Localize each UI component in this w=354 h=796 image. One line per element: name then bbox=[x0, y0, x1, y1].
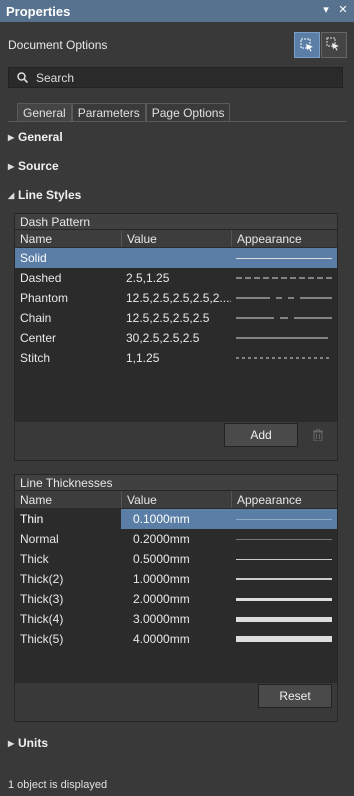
row-value: 0.2000mm bbox=[133, 532, 190, 546]
select-filter-button[interactable] bbox=[294, 32, 320, 58]
row-value: 2.5,1.25 bbox=[126, 271, 170, 285]
select-filter-icon bbox=[300, 38, 313, 52]
row-value: 1.0000mm bbox=[133, 572, 190, 586]
row-name: Dashed bbox=[20, 271, 62, 285]
row-appearance bbox=[231, 316, 337, 320]
row-value: 2.0000mm bbox=[133, 592, 190, 606]
row-appearance bbox=[231, 509, 337, 529]
tab-general[interactable]: General bbox=[17, 103, 72, 121]
row-appearance bbox=[231, 276, 337, 280]
column-header-name[interactable]: Name bbox=[15, 491, 121, 508]
trash-icon bbox=[313, 429, 323, 441]
table-row[interactable]: Thick 0.5000mm bbox=[15, 549, 337, 569]
delete-button[interactable] bbox=[305, 423, 331, 447]
row-name: Phantom bbox=[20, 291, 69, 305]
row-value: 0.5000mm bbox=[133, 552, 190, 566]
row-appearance bbox=[231, 257, 337, 259]
row-name: Thick(2) bbox=[20, 572, 64, 586]
row-appearance bbox=[231, 616, 337, 622]
search-icon bbox=[17, 72, 28, 83]
cursor-select-icon bbox=[326, 37, 339, 51]
line-thicknesses-table: Thin 0.1000mm Normal 0.2000mm Thick 0.50… bbox=[15, 509, 337, 683]
row-appearance bbox=[231, 356, 337, 360]
section-units-label: Units bbox=[18, 736, 48, 750]
close-icon[interactable]: ✕ bbox=[336, 3, 350, 16]
row-name: Stitch bbox=[20, 351, 51, 365]
tab-bar: General Parameters Page Options bbox=[17, 103, 231, 121]
row-name: Thick(5) bbox=[20, 632, 64, 646]
row-value: 12.5,2.5,2.5,2.5,2.... bbox=[126, 291, 231, 305]
table-row[interactable]: Thick(3) 2.0000mm bbox=[15, 589, 337, 609]
reset-button[interactable]: Reset bbox=[258, 684, 332, 708]
row-appearance bbox=[231, 558, 337, 560]
row-value: 3.0000mm bbox=[133, 612, 190, 626]
table-row[interactable]: Stitch 1,1.25 bbox=[15, 348, 337, 368]
expand-arrow-icon: ▶ bbox=[8, 132, 15, 142]
section-line-styles-label: Line Styles bbox=[18, 188, 82, 202]
line-thicknesses-title: Line Thicknesses bbox=[15, 475, 337, 491]
row-value: 30,2.5,2.5,2.5 bbox=[126, 331, 200, 345]
tab-divider bbox=[8, 121, 346, 122]
row-name: Thick(3) bbox=[20, 592, 64, 606]
collapse-arrow-icon: ◢ bbox=[8, 190, 15, 200]
column-header-value[interactable]: Value bbox=[121, 491, 231, 508]
row-value: 12.5,2.5,2.5,2.5 bbox=[126, 311, 210, 325]
section-line-styles[interactable]: ◢ Line Styles bbox=[8, 188, 81, 202]
row-value-editor[interactable]: 0.1000mm bbox=[121, 509, 231, 529]
section-units[interactable]: ▶ Units bbox=[8, 736, 48, 750]
line-thicknesses-group: Line Thicknesses Name Value Appearance T… bbox=[14, 474, 338, 722]
table-row[interactable]: Center 30,2.5,2.5,2.5 bbox=[15, 328, 337, 348]
expand-arrow-icon: ▶ bbox=[8, 738, 15, 748]
row-name: Thick(4) bbox=[20, 612, 64, 626]
table-row[interactable]: Thick(4) 3.0000mm bbox=[15, 609, 337, 629]
add-button[interactable]: Add bbox=[224, 423, 298, 447]
line-thicknesses-header: Name Value Appearance bbox=[15, 491, 337, 509]
column-header-appearance[interactable]: Appearance bbox=[231, 491, 337, 508]
dash-pattern-table: Solid Dashed 2.5,1.25 Phantom 12.5,2.5,2… bbox=[15, 248, 337, 422]
row-name: Chain bbox=[20, 311, 52, 325]
table-row[interactable]: Chain 12.5,2.5,2.5,2.5 bbox=[15, 308, 337, 328]
table-row[interactable]: Thin 0.1000mm bbox=[15, 509, 337, 529]
column-header-appearance[interactable]: Appearance bbox=[231, 230, 337, 247]
row-appearance bbox=[231, 578, 337, 580]
dash-pattern-group: Dash Pattern Name Value Appearance Solid… bbox=[14, 213, 338, 461]
column-header-value[interactable]: Value bbox=[121, 230, 231, 247]
table-row[interactable]: Phantom 12.5,2.5,2.5,2.5,2.... bbox=[15, 288, 337, 308]
row-appearance bbox=[231, 538, 337, 540]
table-row[interactable]: Solid bbox=[15, 248, 337, 268]
row-name: Thin bbox=[15, 512, 121, 526]
tab-parameters[interactable]: Parameters bbox=[71, 103, 146, 121]
panel-menu-icon[interactable]: ▾ bbox=[319, 3, 333, 16]
row-name: Thick bbox=[20, 552, 49, 566]
search-box[interactable]: Search bbox=[8, 67, 343, 88]
row-appearance bbox=[231, 336, 337, 340]
row-name: Solid bbox=[20, 251, 47, 265]
status-text: 1 object is displayed bbox=[8, 779, 108, 791]
select-mode-button[interactable] bbox=[321, 32, 347, 58]
expand-arrow-icon: ▶ bbox=[8, 161, 15, 171]
section-source[interactable]: ▶ Source bbox=[8, 159, 59, 173]
panel-title: Properties bbox=[6, 3, 71, 19]
tab-page-options[interactable]: Page Options bbox=[145, 103, 231, 121]
section-general[interactable]: ▶ General bbox=[8, 130, 63, 144]
table-row[interactable]: Thick(2) 1.0000mm bbox=[15, 569, 337, 589]
dash-pattern-title: Dash Pattern bbox=[15, 214, 337, 230]
row-value: 1,1.25 bbox=[126, 351, 160, 365]
section-source-label: Source bbox=[18, 159, 59, 173]
row-name: Normal bbox=[20, 532, 59, 546]
table-row[interactable]: Thick(5) 4.0000mm bbox=[15, 629, 337, 649]
table-row[interactable]: Dashed 2.5,1.25 bbox=[15, 268, 337, 288]
row-value: 4.0000mm bbox=[133, 632, 190, 646]
panel-title-bar: Properties ▾ ✕ bbox=[0, 0, 354, 22]
row-appearance bbox=[231, 636, 337, 642]
row-appearance bbox=[231, 296, 337, 300]
section-general-label: General bbox=[18, 130, 63, 144]
search-input[interactable]: Search bbox=[36, 71, 74, 85]
table-row[interactable]: Normal 0.2000mm bbox=[15, 529, 337, 549]
column-header-name[interactable]: Name bbox=[15, 230, 121, 247]
row-name: Center bbox=[20, 331, 57, 345]
dash-pattern-header: Name Value Appearance bbox=[15, 230, 337, 248]
row-appearance bbox=[231, 597, 337, 601]
document-options-label: Document Options bbox=[8, 38, 108, 52]
